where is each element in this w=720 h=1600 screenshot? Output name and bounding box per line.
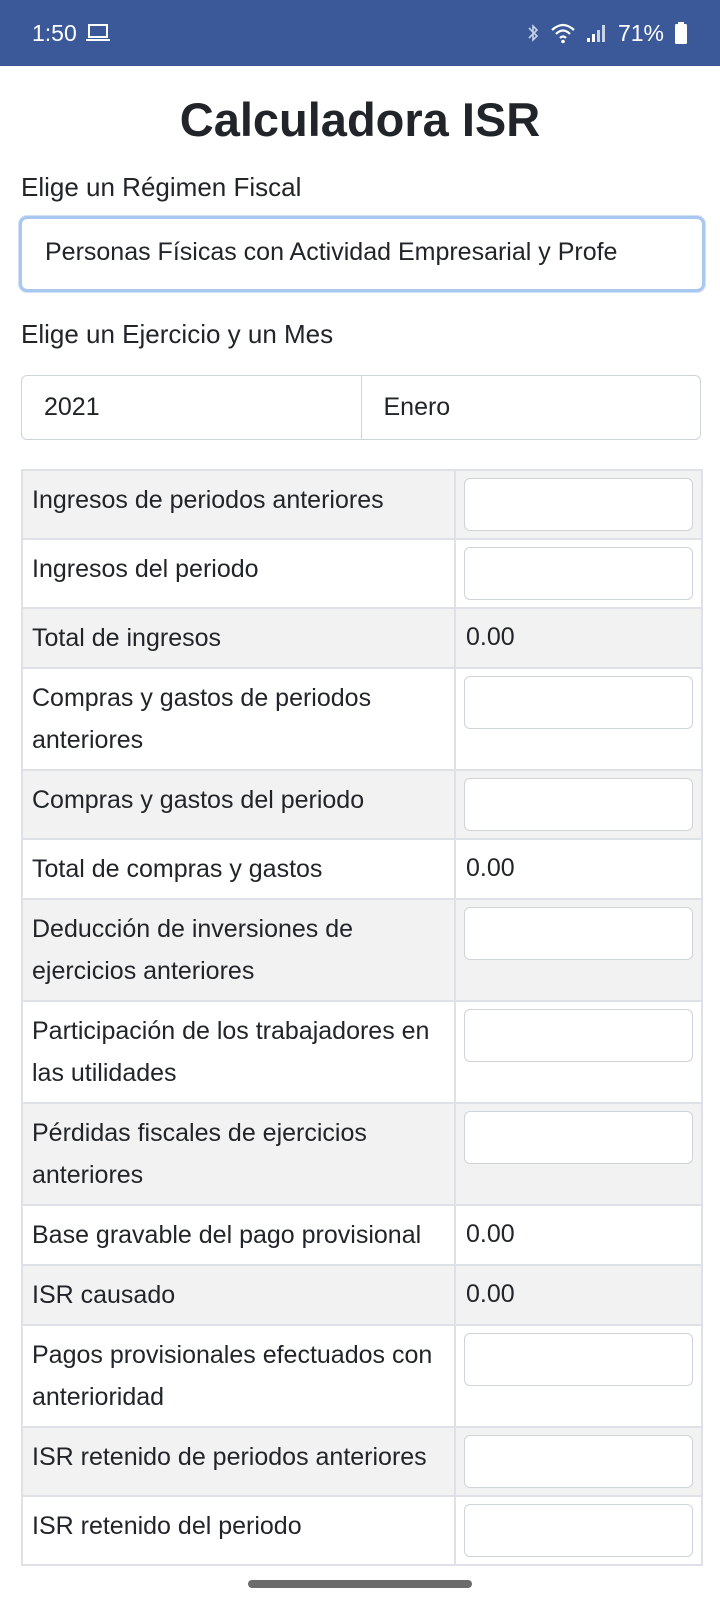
table-row: ISR retenido del periodo (21, 1495, 703, 1566)
row-value-cell (454, 1495, 703, 1566)
bluetooth-icon (526, 22, 540, 44)
table-row: ISR retenido de periodos anteriores (21, 1426, 703, 1497)
row-value-cell (454, 667, 703, 771)
amount-input[interactable] (464, 1333, 693, 1386)
amount-input[interactable] (464, 478, 693, 531)
table-row: Compras y gastos del periodo (21, 769, 703, 840)
row-label: Total de ingresos (21, 607, 456, 669)
row-value-cell (454, 1324, 703, 1428)
row-value-cell (454, 1000, 703, 1104)
computed-value: 0.00 (466, 1220, 515, 1248)
year-select[interactable]: 2021 (22, 376, 361, 439)
row-label: Pérdidas fiscales de ejercicios anterior… (21, 1102, 456, 1206)
table-row: Pérdidas fiscales de ejercicios anterior… (21, 1102, 703, 1206)
table-row: Ingresos de periodos anteriores (21, 469, 703, 540)
laptop-icon (85, 23, 111, 43)
status-left: 1:50 (32, 20, 111, 47)
computed-value: 0.00 (466, 854, 515, 882)
row-value-cell: 0.00 (454, 1264, 703, 1326)
table-row: Participación de los trabajadores en las… (21, 1000, 703, 1104)
signal-icon (586, 23, 608, 43)
row-value-cell: 0.00 (454, 1204, 703, 1266)
table-row: Deducción de inversiones de ejercicios a… (21, 898, 703, 1002)
row-label: Deducción de inversiones de ejercicios a… (21, 898, 456, 1002)
table-row: ISR causado 0.00 (21, 1264, 703, 1326)
regimen-selected-value: Personas Físicas con Actividad Empresari… (45, 238, 618, 266)
isr-table: Ingresos de periodos anteriores Ingresos … (21, 469, 703, 1566)
row-value-cell (454, 1102, 703, 1206)
row-label: Total de compras y gastos (21, 838, 456, 900)
table-row: Compras y gastos de periodos anteriores (21, 667, 703, 771)
row-label: Ingresos del periodo (21, 538, 456, 609)
row-value-cell: 0.00 (454, 607, 703, 669)
home-indicator[interactable] (248, 1580, 472, 1588)
table-row: Total de ingresos 0.00 (21, 607, 703, 669)
table-row: Ingresos del periodo (21, 538, 703, 609)
row-value-cell (454, 538, 703, 609)
row-label: Base gravable del pago provisional (21, 1204, 456, 1266)
row-label: ISR causado (21, 1264, 456, 1326)
row-label: Ingresos de periodos anteriores (21, 469, 456, 540)
row-label: Pagos provisionales efectuados con anter… (21, 1324, 456, 1428)
row-value-cell (454, 769, 703, 840)
amount-input[interactable] (464, 676, 693, 729)
status-time: 1:50 (32, 19, 77, 46)
row-label: Compras y gastos del periodo (21, 769, 456, 840)
row-label: Participación de los trabajadores en las… (21, 1000, 456, 1104)
regimen-select[interactable]: Personas Físicas con Actividad Empresari… (19, 216, 705, 292)
table-row: Total de compras y gastos 0.00 (21, 838, 703, 900)
period-selector: 2021 Enero (21, 375, 701, 440)
regimen-label: Elige un Régimen Fiscal (21, 172, 302, 202)
status-bar: 1:50 71% (0, 0, 720, 66)
row-value-cell (454, 898, 703, 1002)
amount-input[interactable] (464, 907, 693, 960)
period-label: Elige un Ejercicio y un Mes (21, 319, 334, 349)
amount-input[interactable] (464, 1009, 693, 1062)
row-value-cell (454, 469, 703, 540)
row-value-cell (454, 1426, 703, 1497)
amount-input[interactable] (464, 778, 693, 831)
table-row: Pagos provisionales efectuados con anter… (21, 1324, 703, 1428)
amount-input[interactable] (464, 1504, 693, 1557)
wifi-icon (550, 22, 576, 44)
amount-input[interactable] (464, 1435, 693, 1488)
computed-value: 0.00 (466, 1280, 515, 1308)
status-right: 71% (526, 20, 688, 47)
battery-icon (674, 21, 688, 45)
row-value-cell: 0.00 (454, 838, 703, 900)
page-title: Calculadora ISR (179, 93, 541, 146)
computed-value: 0.00 (466, 623, 515, 651)
row-label: ISR retenido del periodo (21, 1495, 456, 1566)
row-label: Compras y gastos de periodos anteriores (21, 667, 456, 771)
table-row: Base gravable del pago provisional 0.00 (21, 1204, 703, 1266)
amount-input[interactable] (464, 1111, 693, 1164)
month-select[interactable]: Enero (360, 376, 701, 439)
battery-percent: 71% (617, 19, 664, 46)
row-label: ISR retenido de periodos anteriores (21, 1426, 456, 1497)
amount-input[interactable] (464, 547, 693, 600)
